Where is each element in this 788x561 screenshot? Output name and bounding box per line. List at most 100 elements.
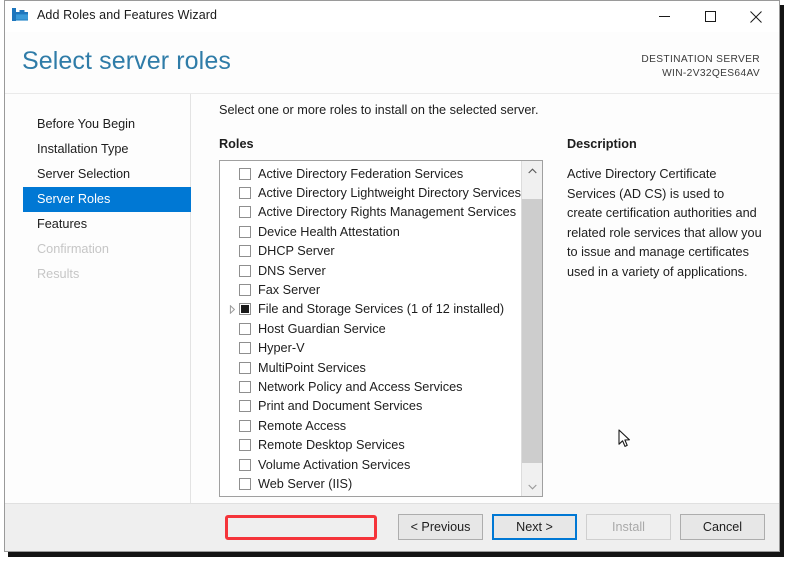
expander-spacer [226, 222, 239, 241]
title-bar: Add Roles and Features Wizard [5, 1, 779, 32]
sidebar-item-features[interactable]: Features [5, 212, 190, 237]
expander-spacer [226, 281, 239, 300]
role-checkbox[interactable] [239, 439, 251, 451]
role-checkbox[interactable] [239, 187, 251, 199]
role-label: Host Guardian Service [258, 322, 386, 336]
wizard-steps-nav: Before You Begin Installation Type Serve… [5, 94, 191, 503]
role-label: Volume Activation Services [258, 458, 410, 472]
sidebar-item-installation-type[interactable]: Installation Type [5, 137, 190, 162]
role-label: Active Directory Lightweight Directory S… [258, 186, 521, 200]
role-list-item[interactable]: Host Guardian Service [220, 319, 521, 338]
role-list-item[interactable]: Active Directory Lightweight Directory S… [220, 183, 521, 202]
role-label: File and Storage Services (1 of 12 insta… [258, 302, 504, 316]
role-checkbox[interactable] [239, 265, 251, 277]
expander-spacer [226, 455, 239, 474]
description-label: Description [567, 137, 637, 151]
role-label: Fax Server [258, 283, 320, 297]
minimize-button[interactable] [641, 1, 687, 32]
role-label: DHCP Server [258, 244, 335, 258]
role-label: Device Health Attestation [258, 225, 400, 239]
sidebar-item-results: Results [5, 262, 190, 287]
expander-spacer [226, 203, 239, 222]
wizard-window: Add Roles and Features Wizard Select ser… [4, 0, 780, 552]
wizard-footer: < Previous Next > Install Cancel [5, 503, 779, 551]
expander-spacer [226, 164, 239, 183]
role-label: Network Policy and Access Services [258, 380, 463, 394]
install-button: Install [586, 514, 671, 540]
role-checkbox[interactable] [239, 400, 251, 412]
sidebar-item-server-selection[interactable]: Server Selection [5, 162, 190, 187]
role-list-item[interactable]: Remote Desktop Services [220, 435, 521, 454]
destination-server-label: DESTINATION SERVER [641, 53, 760, 67]
role-label: DNS Server [258, 264, 326, 278]
expander-spacer [226, 358, 239, 377]
window-controls [641, 1, 779, 32]
scroll-up-button[interactable] [522, 161, 542, 180]
wizard-body: Before You Begin Installation Type Serve… [5, 94, 779, 503]
page-header: Select server roles DESTINATION SERVER W… [5, 32, 779, 94]
close-icon [750, 11, 762, 23]
role-list-item[interactable]: Network Policy and Access Services [220, 377, 521, 396]
role-list-item[interactable]: File and Storage Services (1 of 12 insta… [220, 300, 521, 319]
chevron-down-icon [528, 484, 537, 490]
role-list-item[interactable]: Fax Server [220, 280, 521, 299]
role-checkbox[interactable] [239, 245, 251, 257]
role-checkbox[interactable] [239, 226, 251, 238]
roles-listbox[interactable]: Active Directory Federation Services Acti… [219, 160, 543, 497]
previous-button[interactable]: < Previous [398, 514, 483, 540]
description-text: Active Directory Certificate Services (A… [567, 165, 763, 282]
role-list-item[interactable]: Print and Document Services [220, 397, 521, 416]
scroll-down-button[interactable] [522, 477, 542, 496]
expander-spacer [226, 377, 239, 396]
expander-spacer [226, 339, 239, 358]
sidebar-item-confirmation: Confirmation [5, 237, 190, 262]
expander-spacer [226, 242, 239, 261]
expander-spacer [226, 436, 239, 455]
role-list-item[interactable]: Active Directory Federation Services [220, 164, 521, 183]
role-list-item[interactable]: DHCP Server [220, 242, 521, 261]
role-checkbox[interactable] [239, 420, 251, 432]
sidebar-item-before-you-begin[interactable]: Before You Begin [5, 112, 190, 137]
expand-triangle-icon[interactable] [226, 300, 239, 319]
role-checkbox[interactable] [239, 459, 251, 471]
page-title: Select server roles [22, 47, 231, 76]
instruction-text: Select one or more roles to install on t… [219, 103, 538, 117]
role-list-item[interactable]: Volume Activation Services [220, 455, 521, 474]
wizard-buttons: < Previous Next > Install Cancel [398, 514, 765, 540]
close-button[interactable] [733, 1, 779, 32]
role-list-item[interactable]: Windows Deployment Services [220, 494, 521, 496]
role-checkbox[interactable] [239, 342, 251, 354]
roles-scrollbar[interactable] [521, 161, 542, 496]
role-list-item[interactable]: Hyper-V [220, 339, 521, 358]
role-label: Remote Access [258, 419, 346, 433]
role-checkbox[interactable] [239, 303, 251, 315]
role-list-item[interactable]: Active Directory Rights Management Servi… [220, 203, 521, 222]
expander-spacer [226, 416, 239, 435]
role-checkbox[interactable] [239, 284, 251, 296]
role-checkbox[interactable] [239, 168, 251, 180]
sidebar-item-server-roles[interactable]: Server Roles [23, 187, 191, 212]
role-list-item[interactable]: MultiPoint Services [220, 358, 521, 377]
role-list-item[interactable]: Remote Access [220, 416, 521, 435]
roles-label: Roles [219, 137, 254, 151]
role-list-item[interactable]: Web Server (IIS) [220, 474, 521, 493]
role-checkbox[interactable] [239, 478, 251, 490]
role-checkbox[interactable] [239, 323, 251, 335]
cancel-button[interactable]: Cancel [680, 514, 765, 540]
minimize-icon [659, 11, 670, 22]
server-roles-icon [11, 7, 31, 25]
role-checkbox[interactable] [239, 206, 251, 218]
expander-spacer [226, 261, 239, 280]
role-label: MultiPoint Services [258, 361, 366, 375]
next-button[interactable]: Next > [492, 514, 577, 540]
scrollbar-thumb[interactable] [522, 199, 542, 463]
role-list-item[interactable]: Device Health Attestation [220, 222, 521, 241]
maximize-button[interactable] [687, 1, 733, 32]
role-checkbox[interactable] [239, 362, 251, 374]
role-list-item[interactable]: DNS Server [220, 261, 521, 280]
chevron-up-icon [528, 168, 537, 174]
window-title: Add Roles and Features Wizard [37, 8, 217, 22]
maximize-icon [705, 11, 716, 22]
role-checkbox[interactable] [239, 381, 251, 393]
role-label: Remote Desktop Services [258, 438, 405, 452]
